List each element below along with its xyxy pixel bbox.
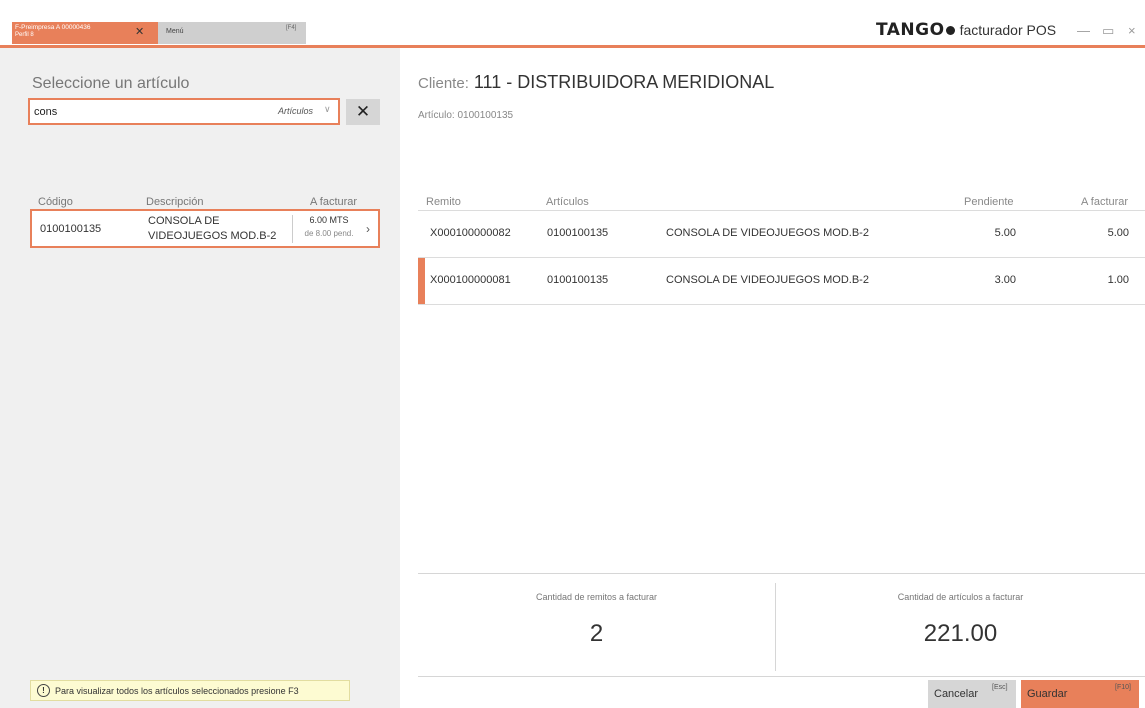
maximize-icon[interactable]: ▭: [1102, 24, 1114, 38]
clear-search-button[interactable]: ✕: [346, 99, 380, 125]
save-button[interactable]: Guardar [F10]: [1021, 680, 1139, 708]
article-list-item[interactable]: 0100100135 CONSOLA DE VIDEOJUEGOS MOD.B-…: [30, 209, 380, 248]
table-row[interactable]: X000100000081 0100100135 CONSOLA DE VIDE…: [418, 258, 1145, 304]
cancel-shortcut: [Esc]: [992, 684, 1008, 691]
footer-divider: [418, 676, 1145, 677]
tab-subtitle: Perfil 8: [15, 32, 34, 38]
summary-divider: [418, 573, 1145, 574]
row-descripcion: CONSOLA DE VIDEOJUEGOS MOD.B-2: [666, 274, 869, 286]
save-shortcut: [F10]: [1115, 684, 1131, 691]
row-articulo: 0100100135: [547, 227, 609, 239]
tab-title: F-Preimpresa A 00000436: [15, 24, 91, 31]
tango-logo: TANGO facturador POS: [876, 20, 1056, 40]
logo-dot-icon: [945, 25, 955, 35]
client-separator: -: [506, 72, 513, 92]
selected-row-marker: [418, 258, 425, 304]
info-icon: !: [37, 684, 50, 697]
search-box[interactable]: Artículos ∨: [28, 98, 340, 125]
tab-menu-label: Menú: [166, 28, 184, 35]
row-pendiente: 3.00: [994, 274, 1016, 286]
row-a-facturar[interactable]: 1.00: [1049, 274, 1129, 286]
product-name: facturador POS: [959, 22, 1057, 38]
save-label: Guardar: [1027, 688, 1068, 700]
search-category-select[interactable]: Artículos: [278, 106, 313, 116]
column-header-codigo: Código: [38, 196, 73, 208]
articulos-count-label: Cantidad de artículos a facturar: [897, 592, 1024, 602]
close-tab-icon[interactable]: ✕: [135, 26, 144, 38]
row-articulo: 0100100135: [547, 274, 609, 286]
article-selector-panel: Seleccione un artículo Artículos ∨ ✕ Cód…: [0, 48, 400, 708]
client-name: DISTRIBUIDORA MERIDIONAL: [517, 72, 775, 92]
row-remito: X000100000082: [430, 227, 511, 239]
item-description: CONSOLA DE: [148, 215, 220, 227]
table-row[interactable]: X000100000082 0100100135 CONSOLA DE VIDE…: [418, 211, 1145, 257]
item-code: 0100100135: [40, 223, 102, 235]
close-window-icon[interactable]: ×: [1128, 24, 1136, 38]
tab-preimpresa[interactable]: F-Preimpresa A 00000436 Perfil 8 ✕: [12, 22, 158, 44]
column-header-articulos: Artículos: [546, 196, 589, 208]
cancel-label: Cancelar: [934, 688, 979, 700]
selected-article: Artículo: 0100100135: [418, 110, 514, 121]
column-header-descripcion: Descripción: [146, 196, 204, 208]
brand-name: TANGO: [876, 20, 945, 40]
item-description-line2: VIDEOJUEGOS MOD.B-2: [148, 230, 277, 242]
chevron-down-icon[interactable]: ∨: [324, 104, 331, 115]
remitos-count-value: 2: [589, 620, 604, 647]
column-header-a-facturar-right: A facturar: [1081, 196, 1129, 208]
row-descripcion: CONSOLA DE VIDEOJUEGOS MOD.B-2: [666, 227, 869, 239]
hint-text: Para visualizar todos los artículos sele…: [55, 686, 299, 696]
row-remito: X000100000081: [430, 274, 511, 286]
column-header-pendiente: Pendiente: [964, 196, 1014, 208]
row-divider: [418, 304, 1145, 305]
client-label: Cliente:: [418, 75, 469, 92]
client-header: Cliente: 111 - DISTRIBUIDORA MERIDIONAL: [418, 72, 774, 93]
hint-bar: ! Para visualizar todos los artículos se…: [30, 680, 350, 701]
remitos-count-label: Cantidad de remitos a facturar: [535, 592, 658, 602]
row-a-facturar[interactable]: 5.00: [1049, 227, 1129, 239]
item-quantity: 6.00 MTS: [309, 215, 349, 225]
row-pendiente: 5.00: [994, 227, 1016, 239]
panel-title: Seleccione un artículo: [32, 75, 190, 92]
item-pending: de 8.00 pend.: [304, 229, 354, 238]
column-header-remito: Remito: [426, 196, 461, 208]
articulos-count-value: 221.00: [923, 620, 998, 647]
search-input[interactable]: [34, 103, 264, 121]
tab-menu-shortcut: [F4]: [286, 25, 297, 31]
chevron-right-icon[interactable]: ›: [366, 222, 370, 236]
item-divider: [292, 215, 293, 243]
column-header-a-facturar: A facturar: [310, 196, 358, 208]
client-code: 111: [473, 72, 502, 92]
cancel-button[interactable]: Cancelar [Esc]: [928, 680, 1016, 708]
tab-menu[interactable]: Menú [F4]: [158, 22, 306, 44]
minimize-icon[interactable]: —: [1077, 24, 1090, 38]
